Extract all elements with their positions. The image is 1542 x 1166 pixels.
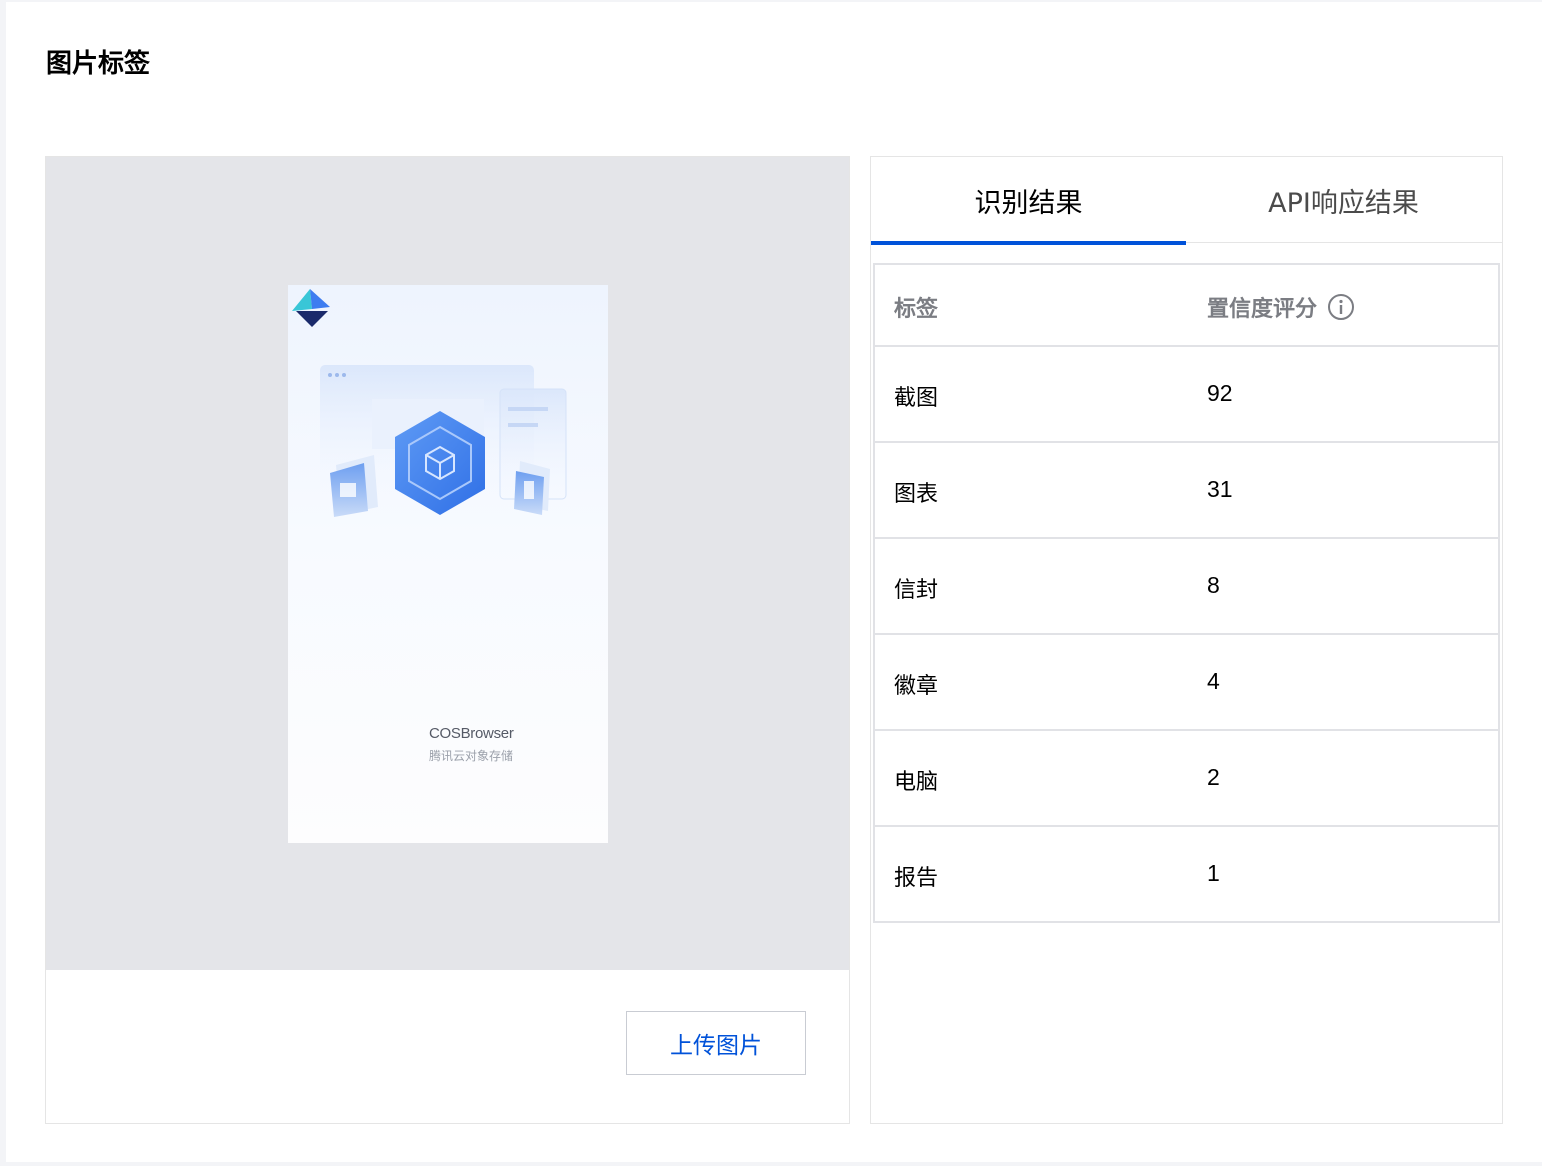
tag-score: 1 [1207, 860, 1220, 886]
upload-image-button[interactable]: 上传图片 [626, 1011, 806, 1075]
tag-score: 92 [1207, 380, 1233, 406]
tag-label: 电脑 [894, 770, 939, 795]
image-panel: COSBrowser 腾讯云对象存储 上传图片 [45, 156, 850, 1124]
tag-label: 报告 [894, 866, 939, 891]
tag-label: 信封 [894, 578, 939, 603]
header-score-text: 置信度评分 [1207, 297, 1318, 322]
table-row: 图表 31 [875, 443, 1498, 539]
table-row: 截图 92 [875, 347, 1498, 443]
tag-label: 截图 [894, 386, 939, 411]
image-preview-area: COSBrowser 腾讯云对象存储 [46, 157, 849, 970]
table-row: 信封 8 [875, 539, 1498, 635]
brand-subtitle: 腾讯云对象存储 [429, 749, 514, 763]
tag-score: 8 [1207, 572, 1220, 598]
table-row: 电脑 2 [875, 731, 1498, 827]
header-label: 标签 [894, 297, 939, 322]
tag-score: 4 [1207, 668, 1220, 694]
tag-label: 徽章 [894, 674, 939, 699]
table-row: 报告 1 [875, 827, 1498, 923]
page-title: 图片标签 [46, 49, 151, 79]
tag-score: 31 [1207, 476, 1233, 502]
tag-table: 标签 置信度评分 截图 92 图表 31 信封 8 徽章 4 电脑 2 报告 1 [873, 263, 1500, 923]
tab-api-response[interactable]: API响应结果 [1186, 157, 1501, 243]
result-tabs: 识别结果 API响应结果 [871, 157, 1502, 245]
tag-score: 2 [1207, 764, 1220, 790]
table-header: 标签 置信度评分 [875, 265, 1498, 347]
results-panel: 识别结果 API响应结果 标签 置信度评分 截图 92 图表 31 信封 8 徽… [870, 156, 1503, 1124]
tab-recognition-result[interactable]: 识别结果 [871, 157, 1186, 245]
preview-image: COSBrowser 腾讯云对象存储 [288, 285, 608, 843]
brand-name: COSBrowser [429, 725, 514, 742]
tag-label: 图表 [894, 482, 939, 507]
page: 图片标签 COSBrowser 腾讯云对象存储 上传图片 识别结果 API响应结… [6, 2, 1542, 1162]
table-row: 徽章 4 [875, 635, 1498, 731]
info-icon[interactable] [1327, 293, 1355, 321]
header-score: 置信度评分 [1207, 291, 1355, 323]
cosbrowser-logo-icon [292, 289, 330, 327]
